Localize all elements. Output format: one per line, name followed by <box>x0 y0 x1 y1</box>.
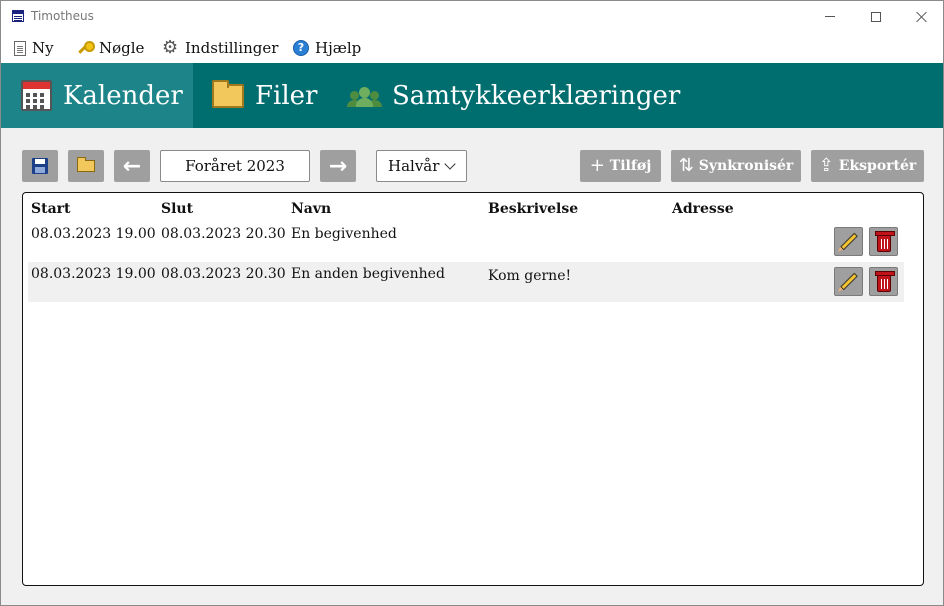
edit-button[interactable] <box>834 267 863 296</box>
cell-navn: En begivenhed <box>291 226 397 242</box>
column-header-start: Start <box>31 201 71 217</box>
delete-button[interactable] <box>869 227 898 256</box>
cell-navn: En anden begivenhed <box>291 266 445 282</box>
table-row[interactable]: 08.03.2023 19.00 08.03.2023 20.30 En beg… <box>28 222 904 262</box>
sync-button-label: Synkronisér <box>698 158 794 174</box>
column-header-navn: Navn <box>291 201 332 217</box>
add-button[interactable]: + Tilføj <box>580 150 661 182</box>
add-button-label: Tilføj <box>609 158 652 174</box>
menu-bar: Ny Nøgle Indstillinger ? Hjælp <box>1 32 943 63</box>
menu-item-label: Hjælp <box>315 39 362 57</box>
cell-beskrivelse: Kom gerne! <box>488 268 572 284</box>
new-document-icon <box>14 40 26 56</box>
period-select[interactable]: Halvår <box>376 150 467 182</box>
title-bar: Timotheus <box>1 1 943 32</box>
minimize-icon <box>825 16 835 17</box>
menu-item-indstillinger[interactable]: Indstillinger <box>162 37 279 58</box>
table-row[interactable]: 08.03.2023 19.00 08.03.2023 20.30 En and… <box>28 262 904 302</box>
save-icon <box>32 158 48 174</box>
tab-bar: Kalender Filer Samtykkeerklæringer <box>1 63 943 128</box>
trash-icon <box>874 270 895 292</box>
next-period-button[interactable]: → <box>320 150 356 182</box>
calendar-icon <box>21 80 52 111</box>
period-select-value: Halvår <box>388 157 440 175</box>
tab-samtykkeerklaeringer[interactable]: Samtykkeerklæringer <box>349 63 680 128</box>
window-title: Timotheus <box>31 9 94 23</box>
pencil-icon <box>839 272 858 291</box>
tab-label: Filer <box>255 80 318 111</box>
column-header-adresse: Adresse <box>672 201 734 217</box>
sync-arrows-icon: ⇅ <box>678 155 694 176</box>
tab-label: Kalender <box>63 80 183 111</box>
menu-item-label: Ny <box>32 39 54 57</box>
menu-item-hjaelp[interactable]: ? Hjælp <box>293 38 361 58</box>
open-button[interactable] <box>68 150 104 182</box>
cell-start: 08.03.2023 19.00 <box>31 266 156 282</box>
close-button[interactable] <box>899 1 944 32</box>
tab-kalender[interactable]: Kalender <box>1 63 193 128</box>
app-icon <box>12 10 24 22</box>
menu-item-ny[interactable]: Ny <box>14 38 54 58</box>
tab-filer[interactable]: Filer <box>212 63 318 128</box>
gear-icon <box>162 37 179 58</box>
previous-period-button[interactable]: ← <box>114 150 150 182</box>
sync-button[interactable]: ⇅ Synkronisér <box>671 150 801 182</box>
minimize-button[interactable] <box>807 1 853 32</box>
export-button-label: Eksportér <box>838 158 917 174</box>
maximize-button[interactable] <box>853 1 899 32</box>
people-icon <box>349 85 381 107</box>
menu-item-label: Indstillinger <box>185 39 279 57</box>
export-icon: ⇪ <box>818 155 834 176</box>
app-window: Timotheus Ny Nøgle Indstillinger ? Hjælp… <box>0 0 944 606</box>
edit-button[interactable] <box>834 227 863 256</box>
menu-item-nogle[interactable]: Nøgle <box>77 38 144 58</box>
date-range-field[interactable]: Foråret 2023 <box>160 150 310 182</box>
key-icon <box>77 40 95 56</box>
help-icon: ? <box>293 40 309 56</box>
arrow-left-icon: ← <box>122 153 142 179</box>
arrow-right-icon: → <box>328 153 348 179</box>
trash-icon <box>874 230 895 252</box>
delete-button[interactable] <box>869 267 898 296</box>
cell-slut: 08.03.2023 20.30 <box>161 266 286 282</box>
folder-icon <box>212 79 244 108</box>
pencil-icon <box>839 232 858 251</box>
column-header-beskrivelse: Beskrivelse <box>488 201 579 217</box>
close-icon <box>916 11 928 23</box>
open-folder-icon <box>77 157 95 172</box>
chevron-down-icon <box>444 158 456 170</box>
maximize-icon <box>871 11 881 22</box>
plus-icon: + <box>589 155 605 176</box>
column-header-slut: Slut <box>161 201 194 217</box>
tab-label: Samtykkeerklæringer <box>392 80 681 111</box>
export-button[interactable]: ⇪ Eksportér <box>811 150 924 182</box>
cell-start: 08.03.2023 19.00 <box>31 226 156 242</box>
save-button[interactable] <box>22 150 58 182</box>
cell-slut: 08.03.2023 20.30 <box>161 226 286 242</box>
events-table: Start Slut Navn Beskrivelse Adresse 08.0… <box>22 192 924 586</box>
menu-item-label: Nøgle <box>99 39 145 57</box>
